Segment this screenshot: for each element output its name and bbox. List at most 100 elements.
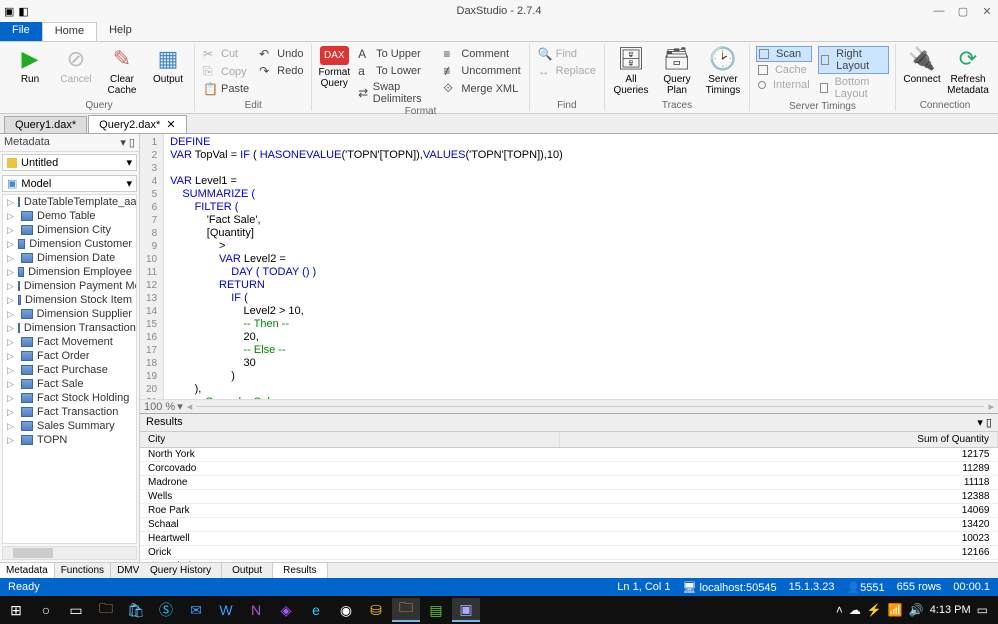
expand-icon[interactable]: ▷	[7, 267, 14, 278]
results-table[interactable]: CitySum of QuantityNorth York12175Corcov…	[140, 432, 998, 562]
bottom-layout-toggle[interactable]: Bottom Layout	[818, 75, 889, 101]
outlook-icon[interactable]: ✉	[182, 598, 210, 622]
onedrive-icon[interactable]: ☁	[849, 603, 861, 617]
expand-icon[interactable]: ▷	[7, 351, 17, 362]
expand-icon[interactable]: ▷	[7, 295, 14, 306]
volume-icon[interactable]: 🔊	[909, 603, 924, 617]
merge-xml-button[interactable]: ⟐Merge XML	[441, 80, 522, 97]
format-query-button[interactable]: DAXFormat Query	[318, 46, 350, 89]
tab-metadata[interactable]: Metadata	[0, 563, 55, 578]
tab-file[interactable]: File	[0, 22, 42, 41]
tab-query-history[interactable]: Query History	[140, 563, 222, 578]
metadata-tree[interactable]: ▷DateTableTemplate_aa4b0C▷Demo Table▷Dim…	[2, 194, 137, 544]
comment-button[interactable]: ≡Comment	[441, 46, 522, 62]
column-header[interactable]: Sum of Quantity	[559, 432, 997, 448]
expand-icon[interactable]: ▷	[7, 393, 17, 404]
expand-icon[interactable]: ▷	[7, 197, 14, 208]
internal-toggle[interactable]: Internal	[756, 78, 812, 92]
expand-icon[interactable]: ▷	[7, 253, 17, 264]
expand-icon[interactable]: ▷	[7, 407, 17, 418]
refresh-button[interactable]: ⟳Refresh Metadata	[948, 46, 988, 96]
expand-icon[interactable]: ▷	[7, 211, 17, 222]
tree-item[interactable]: ▷Fact Movement	[3, 335, 136, 349]
expand-icon[interactable]: ▷	[7, 323, 14, 334]
right-layout-toggle[interactable]: Right Layout	[818, 46, 889, 74]
cut-button[interactable]: ✂Cut	[201, 46, 251, 62]
store-icon[interactable]: 🛍	[122, 598, 150, 622]
edge-icon[interactable]: e	[302, 598, 330, 622]
clear-cache-button[interactable]: ✎Clear Cache	[102, 46, 142, 96]
scan-toggle[interactable]: Scan	[756, 46, 812, 62]
close-icon[interactable]: ✕	[980, 4, 994, 18]
onenote-icon[interactable]: N	[242, 598, 270, 622]
doc-tab-2[interactable]: Query2.dax*✕	[88, 115, 186, 133]
find-button[interactable]: 🔍Find	[536, 46, 598, 62]
tree-item[interactable]: ▷Fact Sale	[3, 377, 136, 391]
table-row[interactable]: Schaal13420	[140, 518, 998, 532]
table-row[interactable]: Corcovado11289	[140, 462, 998, 476]
start-button[interactable]: ⊞	[2, 598, 30, 622]
all-queries-button[interactable]: 🗄All Queries	[611, 46, 651, 96]
close-tab-icon[interactable]: ✕	[166, 118, 175, 131]
tree-item[interactable]: ▷Dimension Customer	[3, 237, 136, 251]
tree-item[interactable]: ▷Dimension Payment Metho	[3, 279, 136, 293]
paste-button[interactable]: 📋Paste	[201, 81, 251, 97]
tree-item[interactable]: ▷Dimension Transaction Typ	[3, 321, 136, 335]
taskview-icon[interactable]: ▭	[62, 598, 90, 622]
ssms-icon[interactable]: ⛁	[362, 598, 390, 622]
chrome-icon[interactable]: ◉	[332, 598, 360, 622]
run-button[interactable]: ▶Run	[10, 46, 50, 85]
table-row[interactable]: Orick12166	[140, 546, 998, 560]
explorer-icon[interactable]: 🗀	[92, 598, 120, 622]
explorer-window-icon[interactable]: 🗀	[392, 598, 420, 622]
doc-tab-1[interactable]: Query1.dax*	[4, 116, 87, 133]
expand-icon[interactable]: ▷	[7, 379, 17, 390]
cache-toggle[interactable]: Cache	[756, 63, 812, 77]
code-editor[interactable]: 1234567891011121314151617181920212223242…	[140, 134, 998, 399]
table-row[interactable]: North York12175	[140, 448, 998, 462]
tree-item[interactable]: ▷Fact Transaction	[3, 405, 136, 419]
output-button[interactable]: ▦Output	[148, 46, 188, 85]
expand-icon[interactable]: ▷	[7, 239, 14, 250]
connect-button[interactable]: 🔌Connect	[902, 46, 942, 85]
tab-results[interactable]: Results	[273, 563, 327, 578]
code-content[interactable]: DEFINEVAR TopVal = IF ( HASONEVALUE('TOP…	[164, 134, 722, 399]
expand-icon[interactable]: ▷	[7, 421, 17, 432]
tree-item[interactable]: ▷Demo Table	[3, 209, 136, 223]
notepad-icon[interactable]: ▤	[422, 598, 450, 622]
swap-button[interactable]: ⇄Swap Delimiters	[356, 80, 435, 106]
replace-button[interactable]: ↔Replace	[536, 63, 598, 79]
tab-output[interactable]: Output	[222, 563, 273, 578]
power-icon[interactable]: ⚡	[867, 603, 882, 617]
wifi-icon[interactable]: 📶	[888, 603, 903, 617]
tree-item[interactable]: ▷Dimension Employee	[3, 265, 136, 279]
tree-item[interactable]: ▷Fact Stock Holding	[3, 391, 136, 405]
query-plan-button[interactable]: 🗃Query Plan	[657, 46, 697, 96]
expand-icon[interactable]: ▷	[7, 225, 17, 236]
word-icon[interactable]: W	[212, 598, 240, 622]
tab-help[interactable]: Help	[97, 22, 144, 41]
undo-button[interactable]: ↶Undo	[257, 46, 305, 62]
expand-icon[interactable]: ▷	[7, 337, 17, 348]
maximize-icon[interactable]: ▢	[956, 4, 970, 18]
table-row[interactable]: Madrone11118	[140, 476, 998, 490]
expand-icon[interactable]: ▷	[7, 365, 17, 376]
column-header[interactable]: City	[140, 432, 559, 448]
tab-home[interactable]: Home	[42, 22, 97, 41]
copy-button[interactable]: ⎘Copy	[201, 63, 251, 80]
chevron-down-icon[interactable]: ▾ ▯	[120, 136, 135, 149]
vs-icon[interactable]: ◈	[272, 598, 300, 622]
server-timings-button[interactable]: 🕑Server Timings	[703, 46, 743, 96]
expand-icon[interactable]: ▷	[7, 309, 17, 320]
notification-icon[interactable]: ▭	[977, 603, 988, 617]
horizontal-scrollbar[interactable]	[2, 546, 137, 560]
tree-item[interactable]: ▷Dimension Date	[3, 251, 136, 265]
model-selector[interactable]: ▣Model▾	[2, 175, 137, 192]
tab-functions[interactable]: Functions	[55, 563, 111, 578]
tree-item[interactable]: ▷Dimension City	[3, 223, 136, 237]
daxstudio-taskbar-icon[interactable]: ▣	[452, 598, 480, 622]
database-selector[interactable]: Untitled▾	[2, 154, 137, 171]
uncomment-button[interactable]: ≢Uncomment	[441, 63, 522, 79]
tree-item[interactable]: ▷Dimension Supplier	[3, 307, 136, 321]
expand-icon[interactable]: ▷	[7, 435, 17, 446]
